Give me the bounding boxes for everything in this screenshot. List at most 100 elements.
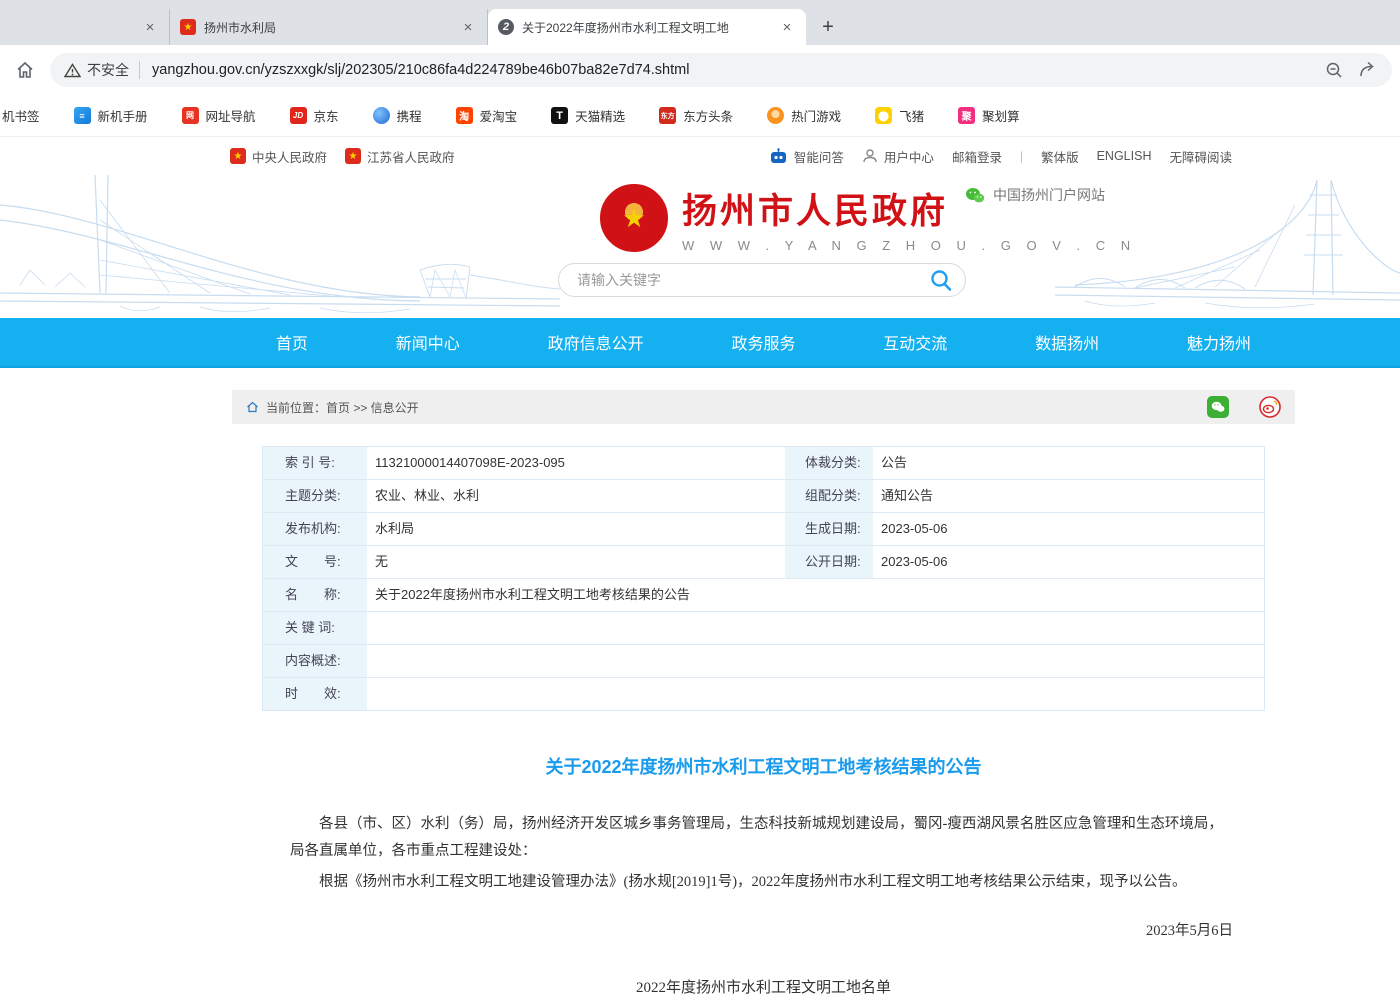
weibo-icon (1259, 396, 1281, 418)
bookmark-label: 聚划算 (982, 106, 1020, 125)
omnibox[interactable]: 不安全 yangzhou.gov.cn/yzszxxgk/slj/202305/… (50, 53, 1392, 87)
share-button[interactable] (1358, 60, 1378, 80)
gov-top-links: ★ 中央人民政府 ★江苏省人民政府 智能问答 用户中心 邮箱登录 | 繁体版 EN… (0, 137, 1400, 175)
close-icon[interactable]: × (141, 18, 159, 36)
breadcrumb[interactable]: 当前位置：首页 >> 信息公开 (266, 399, 419, 416)
ctrip-icon (373, 107, 390, 124)
browser-window: × ★ 扬州市水利局 × 2 关于2022年度扬州市水利工程文明工地 × + 不… (0, 0, 1400, 997)
link-mail-login[interactable]: 邮箱登录 (952, 147, 1002, 166)
close-icon[interactable]: × (778, 18, 796, 36)
link-label: 中央人民政府 (252, 147, 327, 166)
portal-label: 中国扬州门户网站 (993, 185, 1105, 205)
bookmark-manual[interactable]: ≡新机手册 (74, 106, 148, 125)
meta-label: 关 键 词: (263, 612, 367, 644)
bridge-art-left (0, 175, 560, 318)
wechat-icon (965, 187, 985, 204)
link-central-gov[interactable]: ★ 中央人民政府 (230, 147, 327, 166)
juhuasuan-icon: 聚 (958, 107, 975, 124)
home-button[interactable] (8, 53, 42, 87)
nav-data[interactable]: 数据扬州 (1035, 330, 1099, 354)
bookmark-ctrip[interactable]: 携程 (373, 106, 422, 125)
divider: | (1020, 149, 1023, 163)
home-small-icon (246, 401, 259, 413)
share-icon (1358, 60, 1378, 80)
link-smart-qa[interactable]: 智能问答 (769, 147, 844, 166)
meta-value: 11321000014407098E-2023-095 (367, 447, 785, 479)
fliggy-icon (875, 107, 892, 124)
bookmark-label: 爱淘宝 (480, 106, 518, 125)
bookmark-label: 东方头条 (683, 106, 733, 125)
meta-label: 公开日期: (785, 546, 873, 578)
nav-news[interactable]: 新闻中心 (396, 330, 460, 354)
bookmark-juhuasuan[interactable]: 聚聚划算 (958, 106, 1020, 125)
portal-badge[interactable]: 中国扬州门户网站 (965, 185, 1105, 205)
link-label: 智能问答 (794, 147, 844, 166)
link-label: 江苏省人民政府 (367, 147, 455, 166)
link-label: 邮箱登录 (952, 147, 1002, 166)
breadcrumb-bar: 当前位置：首页 >> 信息公开 (232, 390, 1295, 424)
bookmark-games[interactable]: 热门游戏 (767, 106, 841, 125)
table-row: 发布机构: 水利局 生成日期: 2023-05-06 (263, 513, 1264, 546)
meta-value: 通知公告 (873, 480, 1264, 512)
bookmark-nav-site[interactable]: 网网址导航 (182, 106, 256, 125)
close-icon[interactable]: × (459, 18, 477, 36)
tab-active-announcement[interactable]: 2 关于2022年度扬州市水利工程文明工地 × (488, 9, 806, 45)
meta-value (367, 612, 1264, 644)
tmall-icon: T (551, 107, 568, 124)
link-label: 无障碍阅读 (1169, 147, 1232, 166)
bookmark-label: 飞猪 (899, 106, 924, 125)
link-label: 用户中心 (884, 147, 934, 166)
wechat-share-button[interactable] (1207, 396, 1229, 418)
bookmark-dongfang[interactable]: 东方东方头条 (659, 106, 733, 125)
meta-label: 索 引 号: (263, 447, 367, 479)
search-input[interactable] (577, 272, 929, 288)
bookmark-fliggy[interactable]: 飞猪 (875, 106, 924, 125)
link-accessibility[interactable]: 无障碍阅读 (1169, 147, 1232, 166)
search-icon[interactable] (929, 268, 953, 292)
security-label[interactable]: 不安全 (87, 60, 129, 80)
address-bar: 不安全 yangzhou.gov.cn/yzszxxgk/slj/202305/… (0, 45, 1400, 95)
url-text[interactable]: yangzhou.gov.cn/yzszxxgk/slj/202305/210c… (152, 62, 1310, 78)
robot-icon (769, 148, 788, 165)
nav-charm[interactable]: 魅力扬州 (1187, 330, 1251, 354)
tab-title: 关于2022年度扬州市水利工程文明工地 (522, 19, 729, 36)
site-favicon-icon: 2 (498, 19, 514, 35)
article-date: 2023年5月6日 (232, 919, 1233, 940)
meta-value: 2023-05-06 (873, 513, 1264, 545)
article: 关于2022年度扬州市水利工程文明工地考核结果的公告 各县（市、区）水利（务）局… (232, 753, 1295, 997)
meta-value (367, 678, 1264, 710)
nav-interaction[interactable]: 互动交流 (883, 330, 947, 354)
nav-services[interactable]: 政务服务 (731, 330, 795, 354)
bookmark-taobao[interactable]: 淘爱淘宝 (456, 106, 518, 125)
weibo-share-button[interactable] (1259, 396, 1281, 418)
bookmark-phone-bookmarks[interactable]: 机书签 (2, 106, 40, 125)
bookmarks-bar: 机书签 ≡新机手册 网网址导航 JD京东 携程 淘爱淘宝 T天猫精选 东方东方头… (0, 95, 1400, 137)
link-label: 繁体版 (1041, 147, 1079, 166)
meta-label: 文 号: (263, 546, 367, 578)
meta-label: 内容概述: (263, 645, 367, 677)
link-user-center[interactable]: 用户中心 (862, 147, 934, 166)
nav-info-disclosure[interactable]: 政府信息公开 (548, 330, 644, 354)
link-traditional[interactable]: 繁体版 (1041, 147, 1079, 166)
bookmark-tmall[interactable]: T天猫精选 (551, 106, 625, 125)
new-tab-button[interactable]: + (814, 13, 842, 41)
page-content: 当前位置：首页 >> 信息公开 索 引 号: 11321000014407098… (232, 390, 1295, 997)
tab-first-partial[interactable]: × (0, 9, 170, 45)
meta-value: 无 (367, 546, 785, 578)
nav-home[interactable]: 首页 (276, 330, 308, 354)
bookmark-jd[interactable]: JD京东 (290, 106, 339, 125)
user-icon (862, 148, 878, 164)
national-emblem-icon: ★ (600, 184, 668, 252)
emblem-icon: ★ (230, 148, 246, 164)
jd-icon: JD (290, 107, 307, 124)
meta-label: 名 称: (263, 579, 367, 611)
tab-shuiliju[interactable]: ★ 扬州市水利局 × (170, 9, 488, 45)
link-english[interactable]: ENGLISH (1097, 149, 1152, 163)
zoom-out-button[interactable] (1324, 60, 1344, 80)
link-jiangsu-gov[interactable]: ★江苏省人民政府 (345, 147, 455, 166)
meta-label: 生成日期: (785, 513, 873, 545)
bookmark-label: 热门游戏 (791, 106, 841, 125)
bookmark-label: 携程 (397, 106, 422, 125)
zoom-out-icon (1324, 60, 1344, 80)
meta-label: 发布机构: (263, 513, 367, 545)
